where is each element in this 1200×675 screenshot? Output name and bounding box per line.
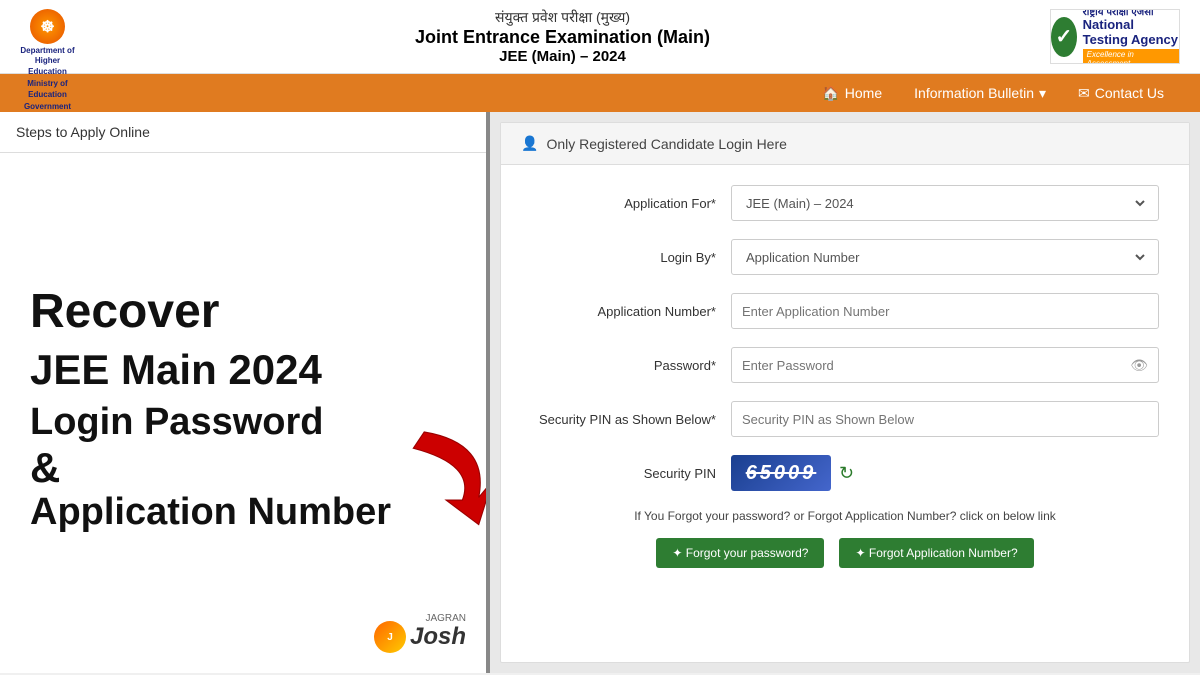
security-pin-label: Security PIN as Shown Below* [531, 412, 731, 427]
recover-line2: JEE Main 2024 [30, 347, 322, 393]
app-number-label: Application Number* [531, 304, 731, 319]
recover-line3: Login Password [30, 401, 323, 445]
jagran-josh-logo: JAGRAN J Josh [374, 621, 466, 653]
user-icon: 👤 [521, 135, 538, 152]
forgot-password-button[interactable]: ✦ Forgot your password? [656, 538, 824, 568]
app-for-select[interactable]: JEE (Main) – 2024 [742, 195, 1148, 212]
refresh-captcha-icon[interactable]: ↻ [839, 463, 854, 484]
nav-info-bulletin[interactable]: Information Bulletin ▾ [898, 77, 1062, 110]
nta-english-text: National Testing Agency [1083, 18, 1179, 47]
navbar: 🏠 Home Information Bulletin ▾ ✉ Contact … [0, 74, 1200, 112]
recover-line1: Recover [30, 286, 219, 339]
page-header: ☸ Department of Higher Education Ministr… [0, 0, 1200, 74]
main-content: Steps to Apply Online Recover JEE Main 2… [0, 112, 1200, 673]
app-number-row: Application Number* [531, 293, 1159, 329]
contact-icon: ✉ [1078, 85, 1090, 102]
app-number-field-wrapper [731, 293, 1159, 329]
dept-logo: ☸ Department of Higher Education Ministr… [20, 9, 75, 64]
app-for-select-wrapper[interactable]: JEE (Main) – 2024 [731, 185, 1159, 221]
login-by-label: Login By* [531, 250, 731, 265]
app-number-input[interactable] [742, 304, 1148, 319]
login-by-select-wrapper[interactable]: Application Number [731, 239, 1159, 275]
recover-line5: Application Number [30, 491, 391, 535]
captcha-row: Security PIN 65009 ↻ [531, 455, 1159, 491]
header-center: संयुक्त प्रवेश परीक्षा (मुख्य) Joint Ent… [75, 8, 1050, 65]
dept-name: Department of Higher Education [20, 46, 75, 77]
hindi-title: संयुक्त प्रवेश परीक्षा (मुख्य) [75, 8, 1050, 27]
nav-info-label: Information Bulletin [914, 85, 1034, 101]
steps-header: Steps to Apply Online [0, 112, 486, 153]
nav-contact[interactable]: ✉ Contact Us [1062, 77, 1180, 110]
main-title: Joint Entrance Examination (Main) [75, 27, 1050, 48]
captcha-label: Security PIN [531, 466, 731, 481]
header-left: ☸ Department of Higher Education Ministr… [20, 9, 75, 64]
forgot-hint-text: If You Forgot your password? or Forgot A… [531, 509, 1159, 523]
nav-home[interactable]: 🏠 Home [806, 77, 898, 110]
nta-check-icon: ✓ [1051, 17, 1077, 57]
jagran-small-text: JAGRAN [425, 613, 466, 624]
chevron-down-icon: ▾ [1039, 85, 1046, 102]
arrow-overlay [386, 421, 490, 546]
left-panel-body: Recover JEE Main 2024 Login Password & A… [0, 153, 486, 668]
right-panel-body: Application For* JEE (Main) – 2024 Login… [501, 165, 1189, 588]
home-icon: 🏠 [822, 85, 839, 102]
login-by-row: Login By* Application Number [531, 239, 1159, 275]
password-row: Password* 👁 [531, 347, 1159, 383]
recover-line4: & [30, 445, 60, 491]
steps-label: Steps to Apply Online [16, 124, 150, 140]
jagran-icon: J [374, 621, 406, 653]
nav-contact-label: Contact Us [1095, 85, 1164, 101]
security-pin-input[interactable] [742, 412, 1148, 427]
application-for-row: Application For* JEE (Main) – 2024 [531, 185, 1159, 221]
nav-home-label: Home [845, 85, 882, 101]
captcha-image: 65009 [731, 455, 831, 491]
jagran-josh-text: Josh [410, 623, 466, 651]
header-right: ✓ राष्ट्रीय परीक्षा एजेंसी National Test… [1050, 9, 1180, 64]
right-panel-title: Only Registered Candidate Login Here [546, 136, 786, 152]
login-by-select[interactable]: Application Number [742, 249, 1148, 266]
nta-logo: ✓ राष्ट्रीय परीक्षा एजेंसी National Test… [1050, 9, 1180, 64]
red-arrow-icon [386, 421, 490, 541]
dept-ministry: Ministry of Education [20, 79, 75, 100]
security-pin-row: Security PIN as Shown Below* [531, 401, 1159, 437]
captcha-area: 65009 ↻ [731, 455, 1159, 491]
nta-logo-inner: ✓ राष्ट्रीय परीक्षा एजेंसी National Test… [1051, 9, 1179, 64]
dept-emblem-icon: ☸ [30, 9, 65, 44]
left-panel: Steps to Apply Online Recover JEE Main 2… [0, 112, 490, 673]
nta-tagline-text: Excellence in Assessment [1083, 49, 1179, 64]
btn-row: ✦ Forgot your password? ✦ Forgot Applica… [531, 538, 1159, 568]
password-label: Password* [531, 358, 731, 373]
eye-icon[interactable]: 👁 [1130, 357, 1148, 374]
security-pin-field-wrapper [731, 401, 1159, 437]
sub-title: JEE (Main) – 2024 [75, 48, 1050, 65]
password-field-wrapper: 👁 [731, 347, 1159, 383]
right-panel: 👤 Only Registered Candidate Login Here A… [500, 122, 1190, 663]
dept-emblem: ☸ Department of Higher Education Ministr… [20, 9, 75, 123]
forgot-appnum-button[interactable]: ✦ Forgot Application Number? [839, 538, 1033, 568]
password-input[interactable] [742, 358, 1130, 373]
nta-text: राष्ट्रीय परीक्षा एजेंसी National Testin… [1083, 9, 1179, 64]
right-panel-header: 👤 Only Registered Candidate Login Here [501, 123, 1189, 165]
app-for-label: Application For* [531, 196, 731, 211]
